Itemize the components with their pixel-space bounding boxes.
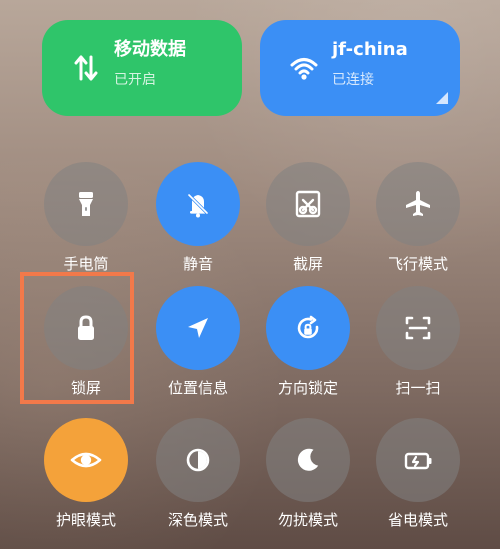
toggle-label: 位置信息 <box>167 379 228 397</box>
eye-care-button[interactable] <box>44 418 128 502</box>
moon-icon <box>291 443 325 477</box>
battery-saver-icon <box>400 442 436 478</box>
wifi-title: jf-china <box>332 39 408 60</box>
wifi-text: jf-china 已连接 <box>332 38 408 90</box>
mobile-data-text: 移动数据 已开启 <box>114 38 186 90</box>
eye-icon <box>68 442 104 478</box>
dark-mode-icon <box>181 443 215 477</box>
location-arrow-icon <box>181 311 215 345</box>
data-transfer-arrows-icon <box>68 50 104 86</box>
screenshot-icon <box>291 187 325 221</box>
toggle-mute[interactable]: 静音 <box>144 162 252 282</box>
toggle-label: 省电模式 <box>387 511 448 529</box>
wifi-more-corner-icon[interactable] <box>436 92 448 104</box>
location-button[interactable] <box>156 286 240 370</box>
toggle-screenshot[interactable]: 截屏 <box>254 162 362 282</box>
lock-screen-button[interactable] <box>44 286 128 370</box>
battery-saver-button[interactable] <box>376 418 460 502</box>
toggle-do-not-disturb[interactable]: 勿扰模式 <box>254 418 362 538</box>
toggle-scan[interactable]: 扫一扫 <box>364 286 472 406</box>
screenshot-button[interactable] <box>266 162 350 246</box>
toggle-label: 方向锁定 <box>277 379 338 397</box>
toggle-label: 勿扰模式 <box>277 511 338 529</box>
wifi-tile[interactable]: jf-china 已连接 <box>260 20 460 116</box>
mute-button[interactable] <box>156 162 240 246</box>
scan-icon <box>401 311 435 345</box>
mobile-data-tile[interactable]: 移动数据 已开启 <box>42 20 242 116</box>
mobile-data-status: 已开启 <box>114 72 156 88</box>
toggle-label: 扫一扫 <box>395 379 441 397</box>
airplane-button[interactable] <box>376 162 460 246</box>
toggle-label: 飞行模式 <box>387 255 448 273</box>
rotation-lock-icon <box>291 311 325 345</box>
toggle-flashlight[interactable]: 手电筒 <box>32 162 140 282</box>
flashlight-icon <box>69 187 103 221</box>
toggle-dark-mode[interactable]: 深色模式 <box>144 418 252 538</box>
toggle-label: 静音 <box>182 255 213 273</box>
toggle-location[interactable]: 位置信息 <box>144 286 252 406</box>
scan-button[interactable] <box>376 286 460 370</box>
wifi-status: 已连接 <box>332 72 374 88</box>
toggle-airplane[interactable]: 飞行模式 <box>364 162 472 282</box>
rotation-lock-button[interactable] <box>266 286 350 370</box>
do-not-disturb-button[interactable] <box>266 418 350 502</box>
dark-mode-button[interactable] <box>156 418 240 502</box>
toggle-label: 护眼模式 <box>55 511 116 529</box>
toggle-battery-saver[interactable]: 省电模式 <box>364 418 472 538</box>
toggle-label: 深色模式 <box>167 511 228 529</box>
toggle-label: 锁屏 <box>70 379 101 397</box>
flashlight-button[interactable] <box>44 162 128 246</box>
toggle-rotation-lock[interactable]: 方向锁定 <box>254 286 362 406</box>
toggle-label: 截屏 <box>292 255 323 273</box>
mobile-data-title: 移动数据 <box>114 39 186 60</box>
toggle-label: 手电筒 <box>63 255 109 273</box>
toggle-lock-screen[interactable]: 锁屏 <box>32 286 140 406</box>
toggle-eye-care[interactable]: 护眼模式 <box>32 418 140 538</box>
wifi-icon <box>286 50 322 86</box>
lock-icon <box>69 311 103 345</box>
mute-bell-icon <box>181 187 215 221</box>
airplane-icon <box>401 187 435 221</box>
